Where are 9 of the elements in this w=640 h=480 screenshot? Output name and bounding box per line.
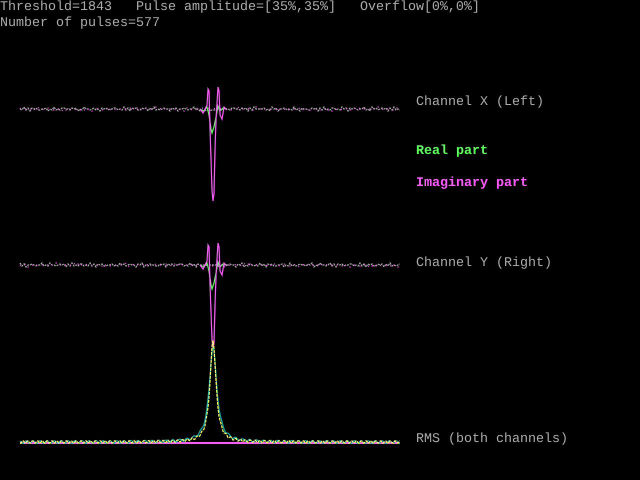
pulse-amplitude-text: Pulse amplitude=[35%,35%] (136, 0, 336, 16)
threshold-text: Threshold=1843 (0, 0, 112, 16)
channel-label: RMS (both channels) (416, 432, 568, 448)
pulse-count-text: Number of pulses=577 (0, 16, 160, 32)
channel-label: Channel Y (Right) (416, 256, 553, 272)
overflow-text: Overflow[0%,0%] (360, 0, 480, 16)
legend-label: Real part (416, 144, 489, 160)
legend-label: Imaginary part (416, 176, 529, 192)
channel-label: Channel X (Left) (416, 95, 545, 111)
